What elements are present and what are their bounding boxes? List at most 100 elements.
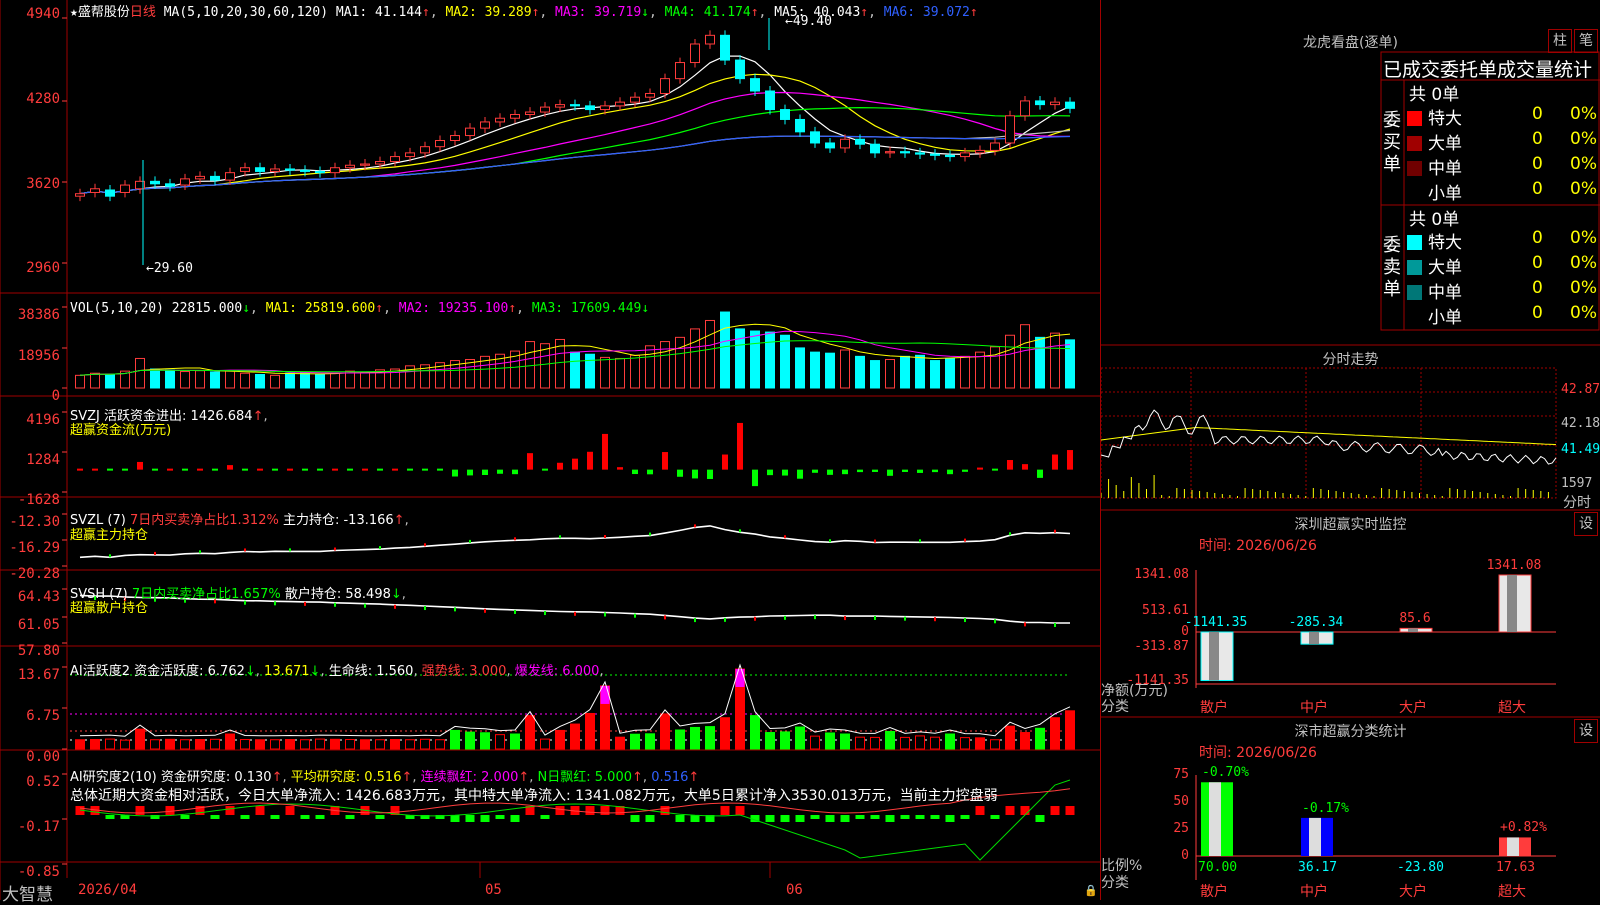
order-row: 大单 0 0%	[1407, 129, 1600, 154]
candle-down	[750, 78, 760, 92]
candle-down	[315, 170, 325, 174]
ai2-bar	[720, 806, 730, 815]
svzj-bar	[887, 469, 893, 476]
ai2-axis-2: -0.17	[17, 819, 60, 835]
candle-down	[735, 59, 745, 80]
ai1-bar	[570, 723, 580, 750]
ai1-bar	[195, 739, 205, 750]
intraday-avg-line	[1101, 426, 1557, 446]
monitor-bar-value: -1141.35	[1184, 615, 1248, 630]
svzj-bar	[152, 468, 158, 471]
candle-up	[525, 111, 535, 116]
svzj-bar	[287, 468, 293, 471]
class-axis-1: 75	[1173, 767, 1189, 782]
svzj-bar	[692, 469, 698, 479]
candle-up	[345, 164, 355, 169]
ai2-header: AI研究度2(10) 资金研究度: 0.130↑, 平均研究度: 0.516↑,…	[70, 770, 700, 785]
monitor-category: 中户	[1300, 700, 1328, 716]
volume-bar	[780, 334, 790, 389]
ai1-bar	[180, 739, 190, 750]
right-panel: 龙虎看盘(逐单) 柱 笔 已成交委托单成交量统计 委买单 共 0单 特大 0 0% 大…	[1101, 0, 1600, 900]
svzj-bar	[1022, 464, 1028, 470]
bar-mode-button[interactable]: 柱	[1548, 29, 1572, 53]
svzl-tick	[334, 547, 336, 551]
ai1-bar	[1065, 710, 1075, 750]
star-icon: ★	[70, 5, 78, 20]
ai1-bar	[1020, 732, 1030, 750]
lock-icon[interactable]: 🔒	[1084, 884, 1098, 897]
candle-down	[165, 183, 175, 187]
main-chart-area[interactable]: ★盛帮股份日线 MA(5,10,20,30,60,120) MA1: 41.14…	[0, 0, 1101, 905]
ai1-bar	[375, 739, 385, 750]
ai2-avg: 平均研究度: 0.516	[290, 770, 402, 785]
period-label[interactable]: 日线	[130, 5, 156, 20]
ai2-axis-3: -0.85	[17, 864, 60, 880]
candle-down	[915, 152, 925, 155]
svsh-tick	[634, 613, 636, 618]
order-type: 小单	[1428, 308, 1462, 328]
ai2-bar	[975, 806, 985, 815]
monitor-bar-shade	[1408, 628, 1418, 632]
candle-up	[990, 142, 1000, 151]
ai1-bar	[360, 739, 370, 750]
ai1-bar	[495, 734, 505, 750]
svzl-axis-3: -20.28	[9, 566, 60, 582]
ai2-bar	[585, 806, 595, 815]
ai1-bar	[135, 728, 145, 750]
ai1-bar	[990, 739, 1000, 750]
candle-down	[945, 154, 955, 158]
ai2-bar	[810, 815, 820, 819]
monitor-settings-button[interactable]: 设	[1574, 512, 1598, 536]
intraday-frame	[1101, 367, 1557, 499]
class-settings-button[interactable]: 设	[1574, 719, 1598, 743]
brand-logo[interactable]: 大智慧	[2, 880, 53, 905]
svzj-bar	[392, 468, 398, 471]
vol-header: VOL(5,10,20) 22815.000↓, MA1: 25819.600↑…	[70, 301, 650, 316]
svzl-tick	[559, 535, 561, 539]
svzl-axis-1: -12.30	[9, 514, 60, 530]
pen-mode-button[interactable]: 笔	[1574, 29, 1598, 53]
svzl-tick	[154, 551, 156, 555]
svzl-tick	[469, 539, 471, 543]
svzj-bar	[1052, 454, 1058, 470]
ai1-bar	[120, 739, 130, 750]
ai2-bar	[105, 815, 115, 819]
ai1-bar	[390, 739, 400, 750]
svsh-tick	[1024, 622, 1026, 627]
candle-up	[225, 172, 235, 181]
ai2-bar	[480, 815, 490, 822]
class-bar-shade	[1507, 837, 1519, 856]
candle-down	[300, 169, 310, 172]
volume-bar	[525, 341, 535, 389]
ai1-bar	[105, 738, 115, 750]
svzj-bar	[302, 468, 308, 471]
ai1-bar	[435, 739, 445, 750]
order-color-swatch	[1407, 161, 1422, 176]
order-pct: 0%	[1570, 253, 1597, 273]
ai1-header: AI活跃度2 资金活跃度: 6.762↓, 13.671↓, 生命线: 1.56…	[70, 664, 604, 679]
ai1-axis-3: 0.00	[26, 749, 60, 765]
svzj-bar	[872, 469, 878, 472]
ai2-bar	[165, 806, 175, 815]
volume-bar	[255, 373, 265, 389]
ai2-value5: 0.516	[651, 770, 689, 785]
svzl-ratio: 7日内买卖净占比1.312%	[129, 513, 279, 528]
svsh-tick	[304, 601, 306, 606]
order-row: 小单 0 0%	[1407, 179, 1600, 204]
svsh-tick	[424, 606, 426, 611]
ai2-bar	[1035, 815, 1045, 822]
svzj-bar	[1037, 469, 1043, 478]
monitor-bar-value: 1341.08	[1486, 558, 1542, 573]
volume-bar	[690, 328, 700, 389]
svsh-tick	[964, 618, 966, 623]
order-color-swatch	[1407, 285, 1422, 300]
svsh-tick	[724, 617, 726, 622]
ai2-bar	[600, 806, 610, 815]
order-row: 特大 0 0%	[1407, 104, 1600, 129]
svzj-bar	[527, 453, 533, 470]
intraday-price-line	[1101, 409, 1557, 465]
volume-bar	[1020, 324, 1030, 389]
ai1-bar	[780, 731, 790, 750]
ai2-bar	[315, 815, 325, 819]
svzj-bar	[737, 422, 743, 470]
